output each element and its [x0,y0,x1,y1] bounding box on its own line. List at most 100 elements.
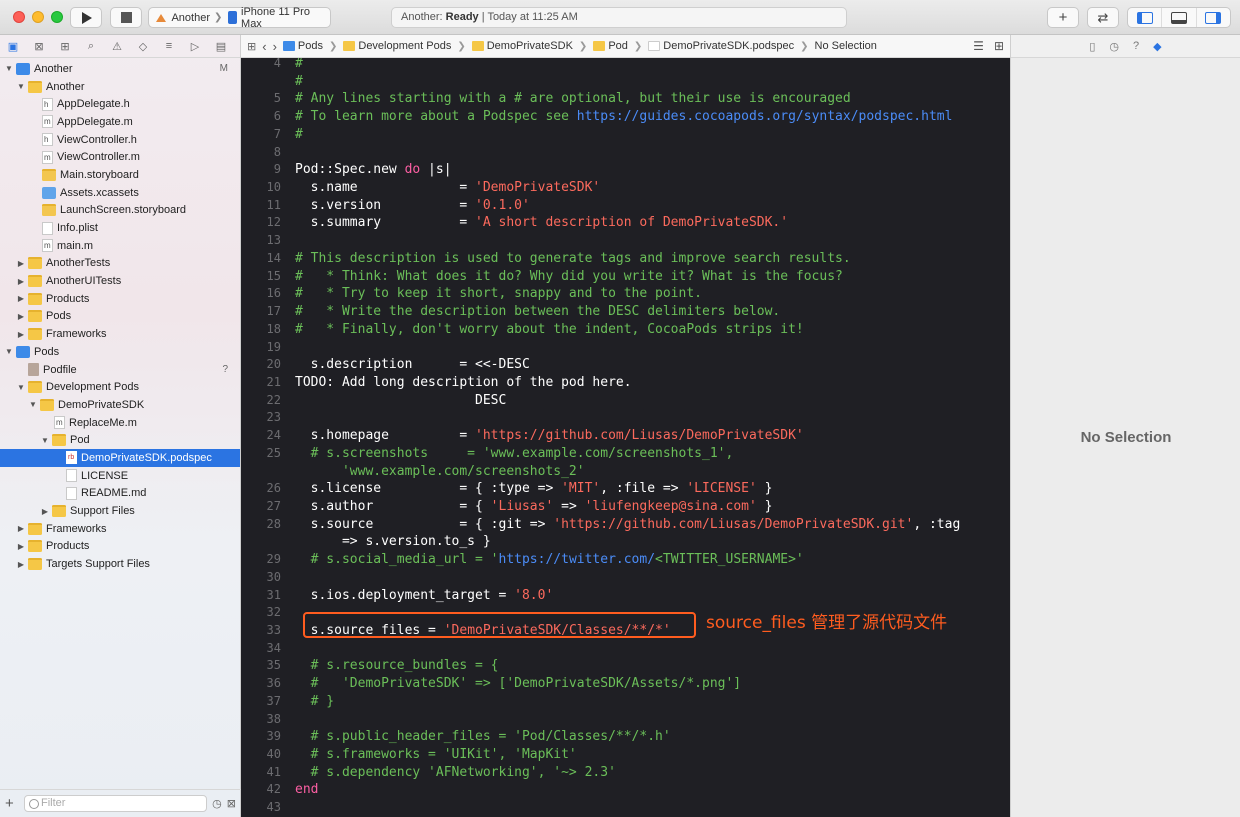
tree-label: Frameworks [46,328,107,341]
recent-files-icon[interactable]: ◷ [212,797,222,810]
tree-row-group[interactable]: ▶ Pods [0,308,240,326]
disclosure-closed-icon[interactable]: ▶ [16,330,26,339]
disclosure-closed-icon[interactable]: ▶ [16,294,26,303]
close-window-button[interactable] [13,11,25,23]
tree-row-file[interactable]: ReplaceMe.m [0,414,240,432]
tree-row-file[interactable]: LaunchScreen.storyboard [0,202,240,220]
disclosure-closed-icon[interactable]: ▶ [40,507,50,516]
editor-options-icon[interactable]: ☰ [973,39,984,53]
disclosure-closed-icon[interactable]: ▶ [16,524,26,533]
tree-row-group[interactable]: ▶ Frameworks [0,520,240,538]
breakpoint-navigator-icon[interactable]: ▷ [187,39,203,53]
split-editor-icon[interactable]: ⊞ [994,39,1004,53]
tree-row-group[interactable]: ▶ Products [0,538,240,556]
toggle-navigator-button[interactable] [1128,8,1161,27]
tree-row-group[interactable]: ▼ DemoPrivateSDK [0,396,240,414]
tree-row-file[interactable]: ViewController.m [0,148,240,166]
run-button[interactable] [70,7,102,28]
disclosure-open-icon[interactable]: ▼ [28,400,38,409]
disclosure-closed-icon[interactable]: ▶ [16,560,26,569]
tree-row-file[interactable]: AppDelegate.m [0,113,240,131]
tree-row-file[interactable]: Assets.xcassets [0,184,240,202]
disclosure-open-icon[interactable]: ▼ [4,64,14,73]
tree-row-project-pods[interactable]: ▼ Pods [0,343,240,361]
report-navigator-icon[interactable]: ▤ [213,39,229,53]
scheme-selector[interactable]: Another ❯ iPhone 11 Pro Max [148,6,331,30]
tree-row-group[interactable]: ▼ Pod [0,431,240,449]
tree-row-file[interactable]: ViewController.h [0,131,240,149]
tree-row-group[interactable]: ▼ Development Pods [0,378,240,396]
tree-row-group[interactable]: ▶ AnotherUITests [0,272,240,290]
add-file-button[interactable]: + [5,795,19,812]
tree-label: Support Files [70,505,135,518]
tree-row-file[interactable]: main.m [0,237,240,255]
tree-row-file[interactable]: README.md [0,485,240,503]
folder-navigator-icon[interactable]: ▣ [5,39,21,53]
code-line: 35 # s.resource_bundles = { [241,657,1010,675]
symbol-navigator-icon[interactable]: ⊞ [57,39,73,53]
text-file-icon [66,469,77,483]
code-line: 18 # * Finally, don't worry about the ind… [241,321,1010,339]
code-review-button[interactable]: ⇄ [1087,7,1119,28]
breadcrumb-item[interactable]: Development Pods [343,40,451,52]
tree-row-group[interactable]: ▶ Support Files [0,502,240,520]
library-button[interactable]: + [1047,7,1079,28]
history-inspector-icon[interactable]: ◷ [1109,40,1119,53]
back-button[interactable]: ‹ [262,39,266,54]
disclosure-open-icon[interactable]: ▼ [40,436,50,445]
zoom-window-button[interactable] [51,11,63,23]
forward-button[interactable]: › [273,39,277,54]
tree-row-group[interactable]: ▶ AnotherTests [0,255,240,273]
filter-input[interactable]: Filter [24,795,208,812]
header-file-icon [42,133,53,147]
source-control-navigator-icon[interactable]: ⊠ [31,39,47,53]
tree-row-group[interactable]: ▶ Targets Support Files [0,555,240,573]
string-token: 'Liusas' [490,498,554,514]
tree-row-group[interactable]: ▶ Frameworks [0,325,240,343]
related-items-icon[interactable]: ⊞ [247,40,256,53]
find-navigator-icon[interactable]: ⌕ [83,39,99,53]
toggle-inspector-button[interactable] [1195,8,1230,27]
tree-row-file[interactable]: Main.storyboard [0,166,240,184]
tree-row-project-another[interactable]: ▼ Another M [0,60,240,78]
line-text: # [295,126,303,144]
file-inspector-icon[interactable]: ▯ [1089,40,1095,53]
debug-navigator-icon[interactable]: ≡ [161,39,177,53]
quick-help-icon[interactable]: ? [1133,40,1139,52]
line-number: 26 [266,481,281,496]
code-line: # [241,73,1010,91]
tree-row-group[interactable]: ▶ Products [0,290,240,308]
issue-navigator-icon[interactable]: ⚠ [109,39,125,53]
code-line: 29 # s.social_media_url = 'https://twitt… [241,551,1010,569]
stop-button[interactable] [110,7,142,28]
disclosure-open-icon[interactable]: ▼ [16,383,26,392]
tree-row-file[interactable]: AppDelegate.h [0,95,240,113]
breadcrumb-item[interactable]: No Selection [815,40,877,52]
disclosure-closed-icon[interactable]: ▶ [16,312,26,321]
breadcrumb-item[interactable]: Pods [282,40,323,52]
tree-row-file[interactable]: Podfile? [0,361,240,379]
toggle-debug-area-button[interactable] [1161,8,1195,27]
attributes-inspector-icon[interactable]: ◆ [1153,40,1161,53]
disclosure-closed-icon[interactable]: ▶ [16,542,26,551]
scm-filter-icon[interactable]: ⊠ [227,797,236,810]
breadcrumb-item[interactable]: Pod [593,40,628,52]
minimize-window-button[interactable] [32,11,44,23]
line-text: # To learn more about a Podspec see http… [295,108,952,126]
line-text: Pod::Spec.new do |s| [295,161,452,179]
disclosure-closed-icon[interactable]: ▶ [16,277,26,286]
disclosure-closed-icon[interactable]: ▶ [16,259,26,268]
test-navigator-icon[interactable]: ◇ [135,39,151,53]
source-editor[interactable]: 4 # #5 # Any lines starting with a # are o… [241,58,1010,817]
folder-icon [28,257,42,270]
tree-row-group-another[interactable]: ▼ Another [0,78,240,96]
tree-row-selected-file[interactable]: DemoPrivateSDK.podspec [0,449,240,467]
string-token: 'A short description of DemoPrivateSDK.' [475,215,789,231]
url-token: https://guides.cocoapods.org/syntax/pods… [576,109,953,125]
disclosure-open-icon[interactable]: ▼ [16,82,26,91]
breadcrumb-item[interactable]: DemoPrivateSDK [471,40,573,52]
tree-row-file[interactable]: Info.plist [0,219,240,237]
breadcrumb-item[interactable]: DemoPrivateSDK.podspec [648,40,794,52]
disclosure-open-icon[interactable]: ▼ [4,347,14,356]
tree-row-file[interactable]: LICENSE [0,467,240,485]
